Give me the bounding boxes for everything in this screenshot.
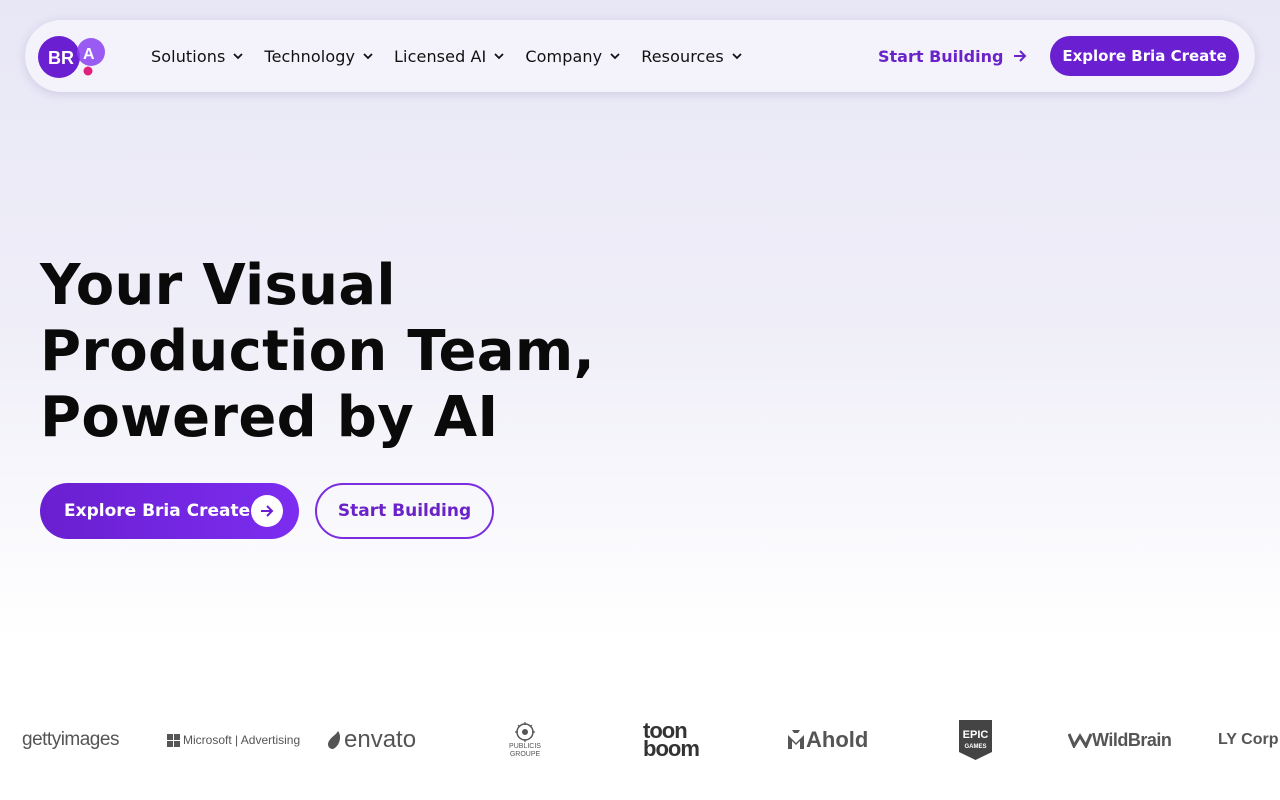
nav-resources[interactable]: Resources — [641, 47, 742, 66]
start-building-button[interactable]: Start Building — [315, 483, 494, 539]
envato-logo-text: envato — [344, 726, 417, 753]
ly-corp-logo: LY Corp — [1218, 710, 1278, 770]
nav-licensed-ai[interactable]: Licensed AI — [394, 46, 505, 66]
nav-company-label: Company — [525, 46, 603, 66]
svg-text:A: A — [83, 46, 95, 63]
chevron-down-icon — [732, 53, 742, 60]
envato-leaf-icon — [328, 731, 341, 749]
wildbrain-w-icon — [1068, 733, 1092, 748]
svg-text:BR: BR — [48, 48, 74, 68]
getty-images-logo: gettyimages — [22, 710, 119, 770]
top-navigation-bar: BR A Solutions Technology Licensed AI Co… — [25, 20, 1255, 92]
explore-button-label: Explore Bria Create — [64, 501, 251, 521]
explore-bria-create-button[interactable]: Explore Bria Create — [40, 483, 299, 539]
hero-title-line: Your Visual — [40, 253, 396, 318]
toon-boom-logo: toon boom — [643, 710, 700, 770]
ahold-logo-text: Ahold — [806, 727, 869, 752]
ahold-logo: Ahold — [786, 710, 868, 770]
getty-logo-text: gettyimages — [22, 729, 119, 750]
wildbrain-logo: WildBrain — [1068, 710, 1172, 770]
nav-company[interactable]: Company — [525, 47, 620, 66]
nav-start-building-link[interactable]: Start Building — [878, 20, 1027, 92]
publicis-text-2: GROUPE — [509, 751, 541, 758]
chevron-down-icon — [233, 53, 244, 60]
nav-explore-button[interactable]: Explore Bria Create — [1050, 36, 1239, 76]
publicis-groupe-logo: PUBLICIS GROUPE — [504, 710, 546, 770]
nav-solutions[interactable]: Solutions — [151, 46, 244, 66]
envato-logo: envato — [326, 710, 416, 770]
nav-start-building-label: Start Building — [878, 46, 1004, 66]
hero-title-line: Powered by AI — [40, 385, 499, 450]
ly-corp-logo-text: LY Corp — [1218, 731, 1279, 748]
ahold-crown-icon — [788, 730, 804, 749]
publicis-lion-icon — [515, 722, 535, 742]
boom-text: boom — [643, 736, 700, 761]
microsoft-squares-icon — [167, 733, 180, 747]
nav-resources-label: Resources — [641, 46, 724, 66]
main-menu: Solutions Technology Licensed AI Company… — [151, 20, 763, 92]
nav-solutions-label: Solutions — [151, 46, 226, 66]
nav-licensed-ai-label: Licensed AI — [394, 46, 487, 66]
publicis-text-1: PUBLICIS — [509, 743, 541, 750]
microsoft-logo-text: Microsoft | Advertising — [183, 733, 301, 747]
chevron-down-icon — [610, 53, 620, 60]
nav-technology[interactable]: Technology — [264, 47, 373, 66]
games-text: GAMES — [964, 744, 986, 750]
arrow-right-icon — [1014, 50, 1027, 62]
wildbrain-logo-text: WildBrain — [1092, 729, 1172, 750]
bria-logo[interactable]: BR A — [38, 35, 108, 79]
arrow-circle-icon — [251, 495, 283, 527]
microsoft-advertising-logo: Microsoft | Advertising — [167, 710, 300, 770]
nav-technology-label: Technology — [264, 46, 356, 66]
chevron-down-icon — [363, 53, 373, 60]
hero-title-line: Production Team, — [40, 319, 596, 384]
chevron-down-icon — [494, 53, 505, 60]
epic-text: EPIC — [963, 729, 989, 741]
hero-title: Your Visual Production Team, Powered by … — [40, 253, 660, 451]
customer-logos-strip: gettyimages Microsoft | Advertising enva… — [0, 710, 1280, 770]
epic-games-logo: EPIC GAMES — [957, 710, 994, 770]
